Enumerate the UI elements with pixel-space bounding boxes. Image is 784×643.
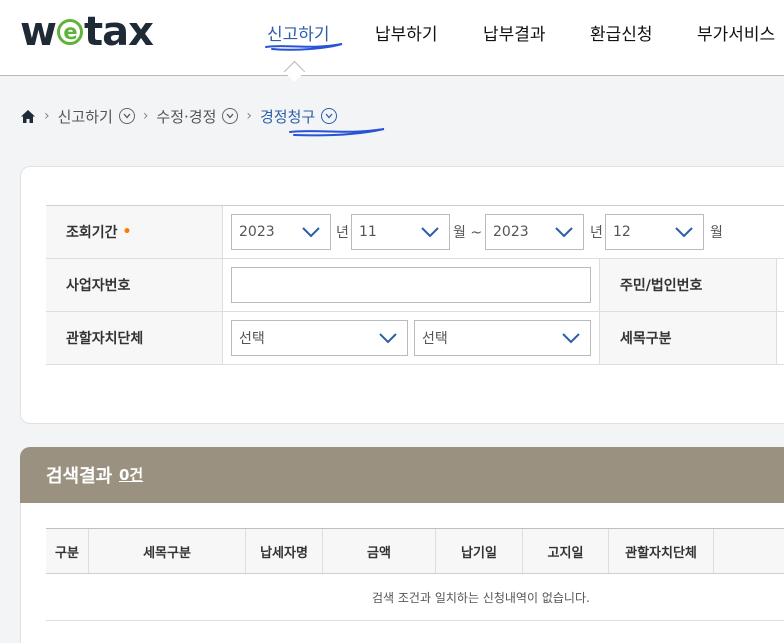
chevron-down-circle-icon[interactable] [321, 108, 338, 124]
chevron-down-circle-icon[interactable] [118, 108, 135, 124]
chevron-down-icon [421, 227, 439, 238]
col-due-date: 납기일 [436, 529, 523, 573]
results-header: 검색결과 0건 [20, 447, 784, 503]
empty-message: 검색 조건과 일치하는 신청내역이 없습니다. [372, 590, 590, 605]
breadcrumb-separator-icon: › [246, 108, 252, 124]
home-icon[interactable] [20, 109, 36, 124]
chevron-down-icon [555, 227, 573, 238]
year-unit: 년 [336, 225, 349, 241]
nav-item-refund[interactable]: 환급신청 [590, 20, 653, 45]
nav-item-pay-result[interactable]: 납부결과 [483, 20, 546, 45]
search-form: 조회기간 • 2023 년 11 월 ~ 2023 년 12 월 사업자번호 주민… [46, 205, 784, 365]
results-title: 검색결과 [46, 466, 113, 487]
chevron-down-icon [379, 333, 397, 344]
breadcrumb: › 신고하기 › 수정·경정 › 경정청구 [20, 104, 338, 128]
biz-number-label: 사업자번호 [46, 259, 222, 311]
authority-select-1[interactable]: 선택 [231, 320, 408, 356]
tax-item-label: 세목구분 [600, 312, 776, 364]
col-taxpayer: 납세자명 [246, 529, 323, 573]
col-type: 구분 [46, 529, 89, 573]
results-table-header: 구분 세목구분 납세자명 금액 납기일 고지일 관할자치단체 진 [46, 528, 784, 574]
col-amount: 금액 [323, 529, 436, 573]
month-unit-range: 월 ~ [453, 225, 483, 241]
authority-row: 관할자치단체 선택 선택 세목구분 [46, 312, 784, 365]
breadcrumb-underline-scribble [289, 128, 385, 137]
nav-item-pay[interactable]: 납부하기 [375, 20, 438, 45]
end-year-select[interactable]: 2023 [485, 214, 584, 250]
start-month-select[interactable]: 11 [351, 214, 450, 250]
breadcrumb-item-report[interactable]: 신고하기 [58, 106, 113, 127]
results-table: 구분 세목구분 납세자명 금액 납기일 고지일 관할자치단체 진 검색 조건과 … [46, 528, 784, 621]
period-row: 조회기간 • 2023 년 11 월 ~ 2023 년 12 월 [46, 206, 784, 259]
biz-number-input[interactable] [231, 267, 591, 303]
chevron-down-icon [562, 333, 580, 344]
authority-select-2[interactable]: 선택 [414, 320, 591, 356]
month-unit: 월 [710, 225, 723, 241]
resident-number-label: 주민/법인번호 [600, 259, 776, 311]
col-progress: 진 [714, 529, 784, 573]
nav-underline-scribble [265, 43, 343, 51]
col-authority: 관할자치단체 [609, 529, 714, 573]
breadcrumb-item-current[interactable]: 경정청구 [260, 106, 315, 127]
start-year-select[interactable]: 2023 [231, 214, 331, 250]
breadcrumb-separator-icon: › [142, 108, 149, 124]
wetax-logo[interactable]: w e tax [20, 9, 154, 55]
chevron-down-icon [675, 227, 693, 238]
end-month-select[interactable]: 12 [605, 214, 704, 250]
period-label: 조회기간 • [46, 206, 222, 258]
col-tax-item: 세목구분 [89, 529, 246, 573]
breadcrumb-separator-icon: › [44, 108, 50, 124]
biz-number-row: 사업자번호 주민/법인번호 [46, 259, 784, 312]
col-notice-date: 고지일 [523, 529, 609, 573]
results-count[interactable]: 0건 [119, 464, 143, 485]
empty-results-row: 검색 조건과 일치하는 신청내역이 없습니다. [46, 574, 784, 621]
breadcrumb-item-amend[interactable]: 수정·경정 [156, 106, 216, 127]
top-header: w e tax 신고하기 납부하기 납부결과 환급신청 부가서비스 [0, 0, 784, 76]
chevron-down-circle-icon[interactable] [222, 108, 239, 124]
chevron-down-icon [302, 227, 320, 238]
required-dot: • [122, 224, 132, 240]
logo-e-icon: e [56, 19, 83, 45]
nav-item-extra-service[interactable]: 부가서비스 [697, 20, 775, 45]
year-unit: 년 [590, 225, 603, 241]
authority-label: 관할자치단체 [46, 312, 222, 364]
